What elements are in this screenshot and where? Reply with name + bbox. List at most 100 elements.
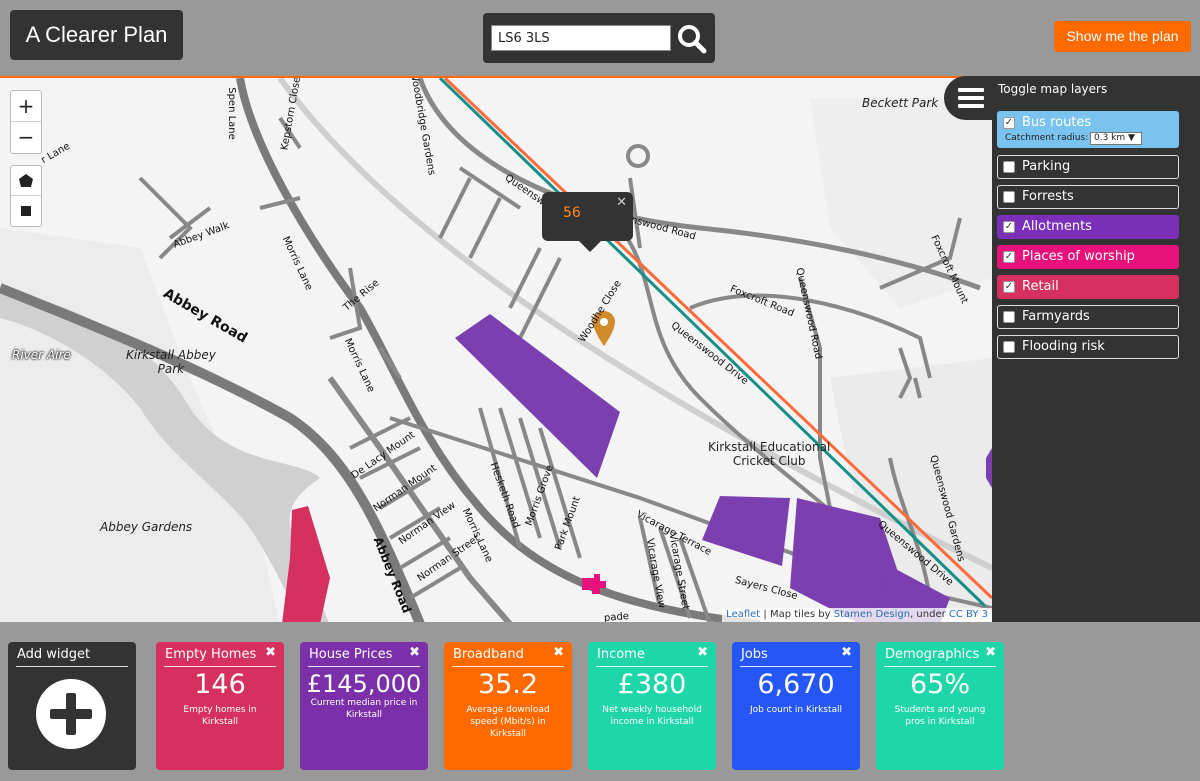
zoom-in-button[interactable]: + bbox=[11, 91, 41, 122]
layer-toggle-retail[interactable]: ✓ Retail bbox=[997, 275, 1179, 299]
place-label-abbey-gardens: Abbey Gardens bbox=[100, 520, 193, 534]
layer-label: Farmyards bbox=[1022, 309, 1090, 324]
add-widget-button[interactable]: Add widget bbox=[8, 642, 136, 770]
checkbox-icon[interactable] bbox=[1003, 341, 1015, 353]
draw-polygon-button[interactable] bbox=[11, 166, 41, 196]
widget-title: Broadband bbox=[453, 647, 524, 662]
widget-jobs: Jobs ✖ 6,670 Job count in Kirkstall bbox=[732, 642, 860, 770]
layer-label: Parking bbox=[1022, 159, 1071, 174]
widget-divider bbox=[596, 666, 708, 667]
place-label-kirkstall-abbey-park: Kirkstall Abbey Park bbox=[126, 348, 216, 376]
draw-rectangle-button[interactable] bbox=[11, 196, 41, 226]
widget-demographics: Demographics ✖ 65% Students and young pr… bbox=[876, 642, 1004, 770]
widget-description: Job count in Kirkstall bbox=[749, 705, 843, 715]
layer-label: Allotments bbox=[1022, 219, 1092, 234]
checkbox-icon[interactable] bbox=[1003, 311, 1015, 323]
widget-title: Jobs bbox=[741, 647, 768, 662]
search-icon bbox=[678, 25, 707, 54]
widget-value: £380 bbox=[617, 669, 687, 700]
draw-toolbar bbox=[10, 165, 42, 227]
map-attribution: Leaflet | Map tiles by Stamen Design, un… bbox=[722, 608, 992, 622]
show-plan-button[interactable]: Show me the plan bbox=[1054, 21, 1191, 52]
layer-toggle-flooding-risk[interactable]: Flooding risk bbox=[997, 335, 1179, 359]
layer-toggle-farmyards[interactable]: Farmyards bbox=[997, 305, 1179, 329]
plus-icon[interactable] bbox=[36, 679, 106, 749]
widget-description: Average download speed (Mbit/s) in Kirks… bbox=[466, 705, 550, 739]
checkbox-checked-icon[interactable]: ✓ bbox=[1003, 281, 1015, 293]
widget-divider bbox=[164, 666, 276, 667]
postcode-search-input[interactable] bbox=[491, 25, 671, 51]
widget-close-icon[interactable]: ✖ bbox=[409, 645, 420, 660]
widget-title: Income bbox=[597, 647, 645, 662]
layer-toggle-allotments[interactable]: ✓ Allotments bbox=[997, 215, 1179, 239]
layer-toggle-forrests[interactable]: Forrests bbox=[997, 185, 1179, 209]
widget-divider bbox=[740, 666, 852, 667]
attribution-text: | Map tiles by bbox=[760, 609, 834, 620]
map-popup: 56 ✕ bbox=[542, 192, 633, 252]
top-bar: A Clearer Plan Show me the plan bbox=[0, 0, 1200, 76]
widget-title: Empty Homes bbox=[165, 647, 257, 662]
widget-bar: Add widget Empty Homes ✖ 146 Empty homes… bbox=[0, 622, 1200, 781]
widget-title: Add widget bbox=[17, 647, 91, 662]
layer-label: Forrests bbox=[1022, 189, 1074, 204]
widget-divider bbox=[16, 666, 128, 667]
road-label-spade: pade bbox=[603, 610, 630, 622]
place-label-beckett-park: Beckett Park bbox=[862, 96, 939, 110]
widget-divider bbox=[884, 666, 996, 667]
widget-income: Income ✖ £380 Net weekly household incom… bbox=[588, 642, 716, 770]
widget-value: 146 bbox=[194, 669, 246, 700]
popup-close-icon[interactable]: ✕ bbox=[616, 195, 627, 210]
popup-value: 56 bbox=[563, 205, 581, 221]
widget-close-icon[interactable]: ✖ bbox=[697, 645, 708, 660]
widget-broadband: Broadband ✖ 35.2 Average download speed … bbox=[444, 642, 572, 770]
layer-toggle-parking[interactable]: Parking bbox=[997, 155, 1179, 179]
map-view[interactable]: Abbey Road Abbey Road Beckett Park River… bbox=[0, 76, 992, 622]
widget-value: 6,670 bbox=[757, 669, 835, 700]
app-logo[interactable]: A Clearer Plan bbox=[10, 10, 183, 60]
zoom-out-button[interactable]: − bbox=[11, 122, 41, 153]
checkbox-icon[interactable] bbox=[1003, 191, 1015, 203]
hamburger-icon-bar bbox=[958, 104, 984, 108]
widget-close-icon[interactable]: ✖ bbox=[985, 645, 996, 660]
widget-divider bbox=[308, 666, 420, 667]
cc-link[interactable]: CC BY 3 bbox=[949, 609, 988, 620]
widget-value: 35.2 bbox=[477, 669, 539, 700]
attribution-under: , under bbox=[910, 609, 949, 620]
widget-title: Demographics bbox=[885, 647, 980, 662]
widget-value: 65% bbox=[909, 669, 970, 700]
widget-empty-homes: Empty Homes ✖ 146 Empty homes in Kirksta… bbox=[156, 642, 284, 770]
widget-close-icon[interactable]: ✖ bbox=[841, 645, 852, 660]
square-icon bbox=[21, 206, 31, 216]
widget-close-icon[interactable]: ✖ bbox=[553, 645, 564, 660]
zoom-control: + − bbox=[10, 90, 42, 154]
road-label-spen-lane: Spen Lane bbox=[225, 87, 237, 140]
widget-description: Students and young pros in Kirkstall bbox=[894, 705, 986, 727]
layer-toggle-bus-routes[interactable]: ✓ Bus routes Catchment radius: 0.3 km ▼ bbox=[997, 111, 1179, 148]
widget-divider bbox=[452, 666, 564, 667]
checkbox-checked-icon[interactable]: ✓ bbox=[1003, 251, 1015, 263]
widget-description: Net weekly household income in Kirkstall bbox=[602, 705, 702, 727]
checkbox-checked-icon[interactable]: ✓ bbox=[1003, 117, 1015, 129]
layer-label: Retail bbox=[1022, 279, 1059, 294]
place-label-river-aire: River Aire bbox=[12, 348, 71, 362]
stamen-link[interactable]: Stamen Design bbox=[834, 609, 910, 620]
layers-panel: Toggle map layers ✓ Bus routes Catchment… bbox=[992, 76, 1200, 622]
layers-panel-title: Toggle map layers bbox=[998, 82, 1108, 96]
search-button[interactable] bbox=[676, 23, 708, 55]
widget-close-icon[interactable]: ✖ bbox=[265, 645, 276, 660]
widget-house-prices: House Prices ✖ £145,000 Current median p… bbox=[300, 642, 428, 770]
widget-value: £145,000 bbox=[306, 670, 422, 698]
layer-toggle-places-of-worship[interactable]: ✓ Places of worship bbox=[997, 245, 1179, 269]
checkbox-checked-icon[interactable]: ✓ bbox=[1003, 221, 1015, 233]
search-bar bbox=[483, 13, 715, 63]
catchment-radius-label: Catchment radius: bbox=[1005, 133, 1089, 143]
widget-description: Current median price in Kirkstall bbox=[310, 698, 418, 720]
popup-tip bbox=[579, 241, 601, 252]
widget-title: House Prices bbox=[309, 647, 393, 662]
leaflet-link[interactable]: Leaflet bbox=[726, 609, 760, 620]
checkbox-icon[interactable] bbox=[1003, 161, 1015, 173]
layer-label: Flooding risk bbox=[1022, 339, 1105, 354]
layer-label: Places of worship bbox=[1022, 249, 1135, 264]
hamburger-icon-bar bbox=[958, 96, 984, 100]
catchment-radius-select[interactable]: 0.3 km ▼ bbox=[1090, 132, 1142, 145]
